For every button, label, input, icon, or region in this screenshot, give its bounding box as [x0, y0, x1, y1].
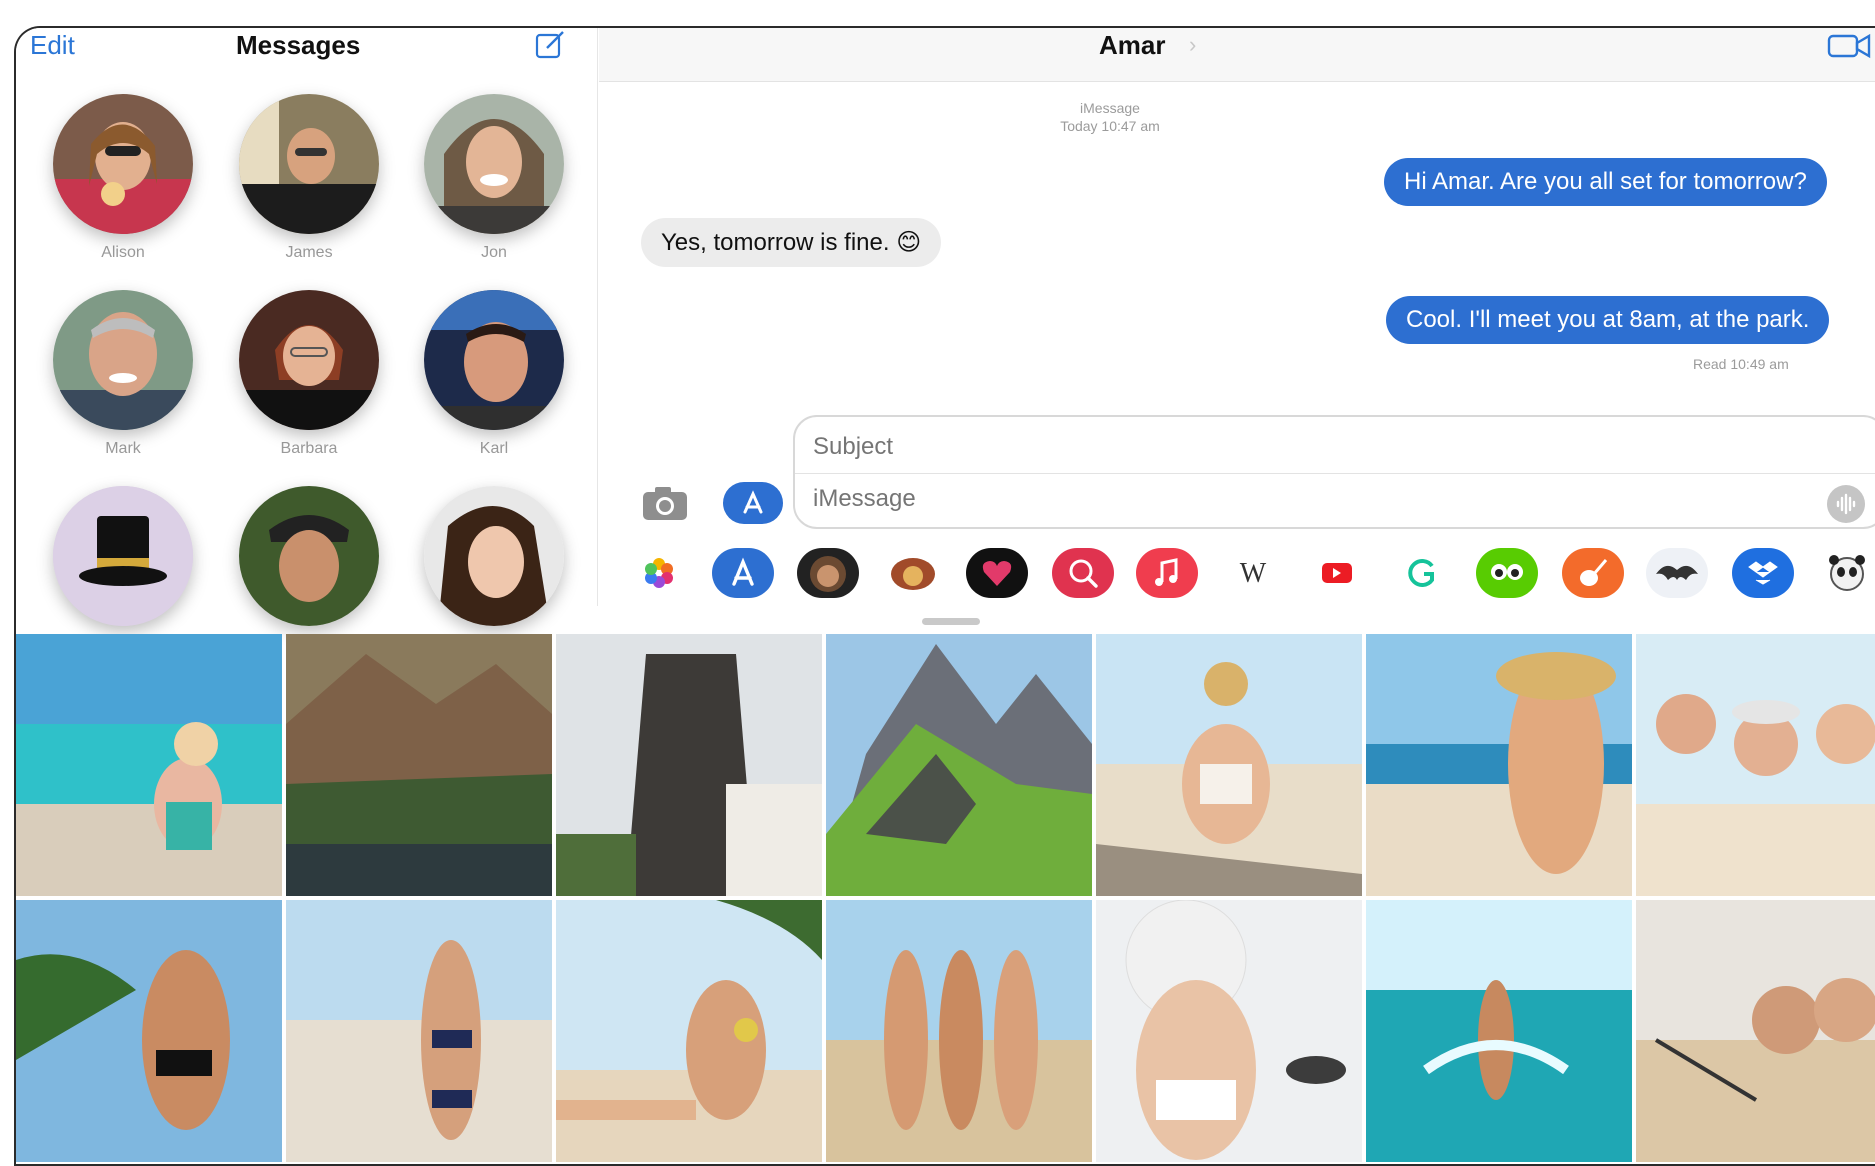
ocean-splash-photo: [1366, 900, 1632, 1162]
beach-baby-photo: [16, 634, 282, 896]
photo-picker-grid: [16, 634, 1875, 1164]
photo-thumbnail[interactable]: [556, 900, 822, 1162]
app-store-icon[interactable]: [712, 548, 774, 598]
incoming-message-bubble[interactable]: Yes, tomorrow is fine. 😊: [641, 218, 942, 267]
contact-name: Mark: [105, 440, 141, 457]
photo-thumbnail[interactable]: [286, 900, 552, 1162]
wikipedia-icon[interactable]: W: [1222, 548, 1284, 598]
pinned-contact-mark[interactable]: Mark: [48, 290, 198, 470]
sidebar-title: Messages: [236, 30, 361, 60]
dropbox-icon[interactable]: [1732, 548, 1794, 598]
sidebar-header: Edit Messages: [16, 28, 598, 82]
photos-icon[interactable]: [628, 548, 690, 598]
white-hair-beach-photo: [1096, 900, 1362, 1162]
contact-photo-image: [424, 290, 564, 430]
photo-thumbnail[interactable]: [1366, 634, 1632, 896]
compose-icon[interactable]: [534, 30, 568, 60]
panda-sticker-icon[interactable]: [1816, 548, 1875, 598]
contact-photo-image: [239, 290, 379, 430]
selfie-stick-photo: [1636, 900, 1875, 1162]
digital-touch-icon[interactable]: [966, 548, 1028, 598]
read-receipt: Read 10:49 am: [1693, 356, 1789, 372]
service-label: iMessage: [1080, 100, 1140, 116]
sunhat-beach-photo: [1366, 634, 1632, 896]
chevron-right-icon[interactable]: ›: [1189, 32, 1196, 58]
mountain-lake-photo: [286, 634, 552, 896]
pinned-contact-karl[interactable]: Karl: [419, 290, 569, 470]
grammarly-icon[interactable]: [1392, 548, 1454, 598]
imessage-input[interactable]: [813, 479, 1783, 519]
pinned-contact-james[interactable]: James: [234, 94, 384, 274]
avatar: [53, 94, 193, 234]
message-compose-box: [793, 415, 1875, 529]
music-icon[interactable]: [1136, 548, 1198, 598]
photo-thumbnail[interactable]: [1096, 634, 1362, 896]
wikipedia-letter: W: [1240, 558, 1267, 589]
photo-thumbnail[interactable]: [1636, 900, 1875, 1162]
contact-name: James: [285, 244, 333, 261]
photo-thumbnail[interactable]: [286, 634, 552, 896]
drawer-grabber-handle[interactable]: [922, 618, 980, 625]
garageband-icon[interactable]: [1562, 548, 1624, 598]
bat-game-icon[interactable]: [1646, 548, 1708, 598]
pinned-contact-barbara[interactable]: Barbara: [234, 290, 384, 470]
contact-photo-image: [53, 290, 193, 430]
stone-tower-photo: [556, 634, 822, 896]
compose-divider: [795, 473, 1875, 474]
duolingo-icon[interactable]: [1476, 548, 1538, 598]
conversation-pane: Amar › iMessage Today 10:47 am Hi Amar. …: [599, 28, 1875, 606]
photo-thumbnail[interactable]: [826, 634, 1092, 896]
app-store-button[interactable]: [723, 482, 783, 524]
beach-yoga-photo: [1096, 634, 1362, 896]
waveform-icon: [1836, 493, 1856, 515]
conversation-header: Amar ›: [599, 28, 1875, 82]
friends-selfie-photo: [1636, 634, 1875, 896]
ipad-screen: Edit Messages Alison James Jon Mark Barb…: [14, 26, 1875, 1166]
photo-thumbnail[interactable]: [16, 634, 282, 896]
contact-name: Jon: [481, 244, 507, 261]
avatar: [239, 290, 379, 430]
images-search-icon[interactable]: [1052, 548, 1114, 598]
message-timestamp: Today 10:47 am: [1060, 118, 1160, 134]
photo-thumbnail[interactable]: [1366, 900, 1632, 1162]
pinned-contact-alison[interactable]: Alison: [48, 94, 198, 274]
facetime-video-icon[interactable]: [1827, 30, 1871, 60]
avatar: [239, 94, 379, 234]
avatar: [53, 290, 193, 430]
subject-input[interactable]: [813, 427, 1853, 467]
photo-thumbnail[interactable]: [556, 634, 822, 896]
photo-thumbnail[interactable]: [1096, 900, 1362, 1162]
contact-name: Alison: [101, 244, 145, 261]
contact-name: Karl: [479, 440, 509, 457]
youtube-icon[interactable]: [1306, 548, 1368, 598]
app-store-icon: [743, 490, 763, 514]
contact-photo-image: [53, 94, 193, 234]
conversation-contact-name[interactable]: Amar: [1099, 30, 1165, 61]
audio-message-button[interactable]: [1827, 485, 1865, 523]
photo-thumbnail[interactable]: [1636, 634, 1875, 896]
alpine-ridge-photo: [826, 634, 1092, 896]
swing-coconut-photo: [556, 900, 822, 1162]
photo-thumbnail[interactable]: [16, 900, 282, 1162]
outgoing-message-bubble[interactable]: Hi Amar. Are you all set for tomorrow?: [1384, 158, 1827, 206]
contact-photo-image: [239, 94, 379, 234]
photo-thumbnail[interactable]: [826, 900, 1092, 1162]
imessage-app-strip: W: [16, 536, 1875, 606]
outgoing-message-bubble[interactable]: Cool. I'll meet you at 8am, at the park.: [1386, 296, 1830, 344]
animoji-icon[interactable]: [882, 548, 944, 598]
memoji-icon[interactable]: [797, 548, 859, 598]
contact-name: Barbara: [280, 440, 338, 457]
shoreline-walk-photo: [286, 900, 552, 1162]
camera-icon[interactable]: [641, 484, 689, 522]
palm-bikini-photo: [16, 900, 282, 1162]
edit-button[interactable]: Edit: [30, 30, 75, 61]
avatar: [424, 290, 564, 430]
three-friends-beach-photo: [826, 900, 1092, 1162]
